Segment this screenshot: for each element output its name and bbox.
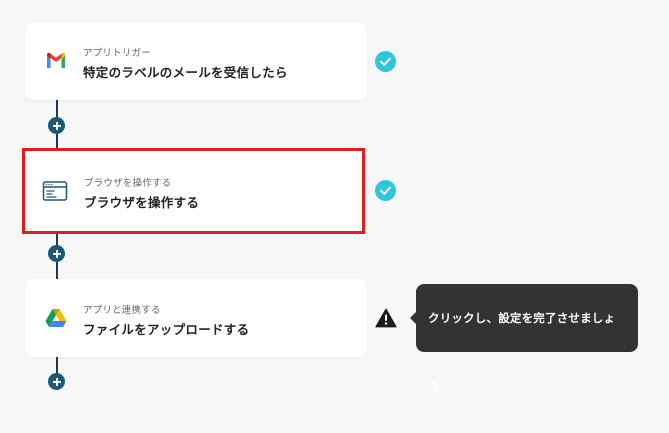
warning-triangle-icon xyxy=(375,308,397,328)
browser-window-icon xyxy=(42,179,68,203)
flow-step-browser[interactable]: ブラウザを操作する ブラウザを操作する xyxy=(22,148,365,234)
check-circle-icon xyxy=(375,180,396,201)
step-subtitle: アプリと連携する xyxy=(83,305,161,316)
tooltip-text: クリックし、設定を完了させましょう！ xyxy=(428,311,616,393)
gmail-icon xyxy=(44,49,68,73)
add-step-button-3[interactable] xyxy=(48,373,65,390)
step-subtitle: アプリトリガー xyxy=(83,48,151,59)
step-subtitle: ブラウザを操作する xyxy=(84,178,172,189)
setup-hint-tooltip: クリックし、設定を完了させましょう！ xyxy=(410,284,638,393)
step-title: ファイルをアップロードする xyxy=(83,322,250,337)
step-title: 特定のラベルのメールを受信したら xyxy=(83,65,288,80)
add-step-button-2[interactable] xyxy=(48,245,65,262)
google-drive-icon xyxy=(44,306,68,330)
step-title: ブラウザを操作する xyxy=(84,195,200,210)
add-step-button-1[interactable] xyxy=(48,117,65,134)
flow-step-trigger[interactable]: アプリトリガー 特定のラベルのメールを受信したら xyxy=(25,22,367,100)
flow-step-drive[interactable]: アプリと連携する ファイルをアップロードする xyxy=(25,279,367,357)
check-circle-icon xyxy=(375,51,396,72)
